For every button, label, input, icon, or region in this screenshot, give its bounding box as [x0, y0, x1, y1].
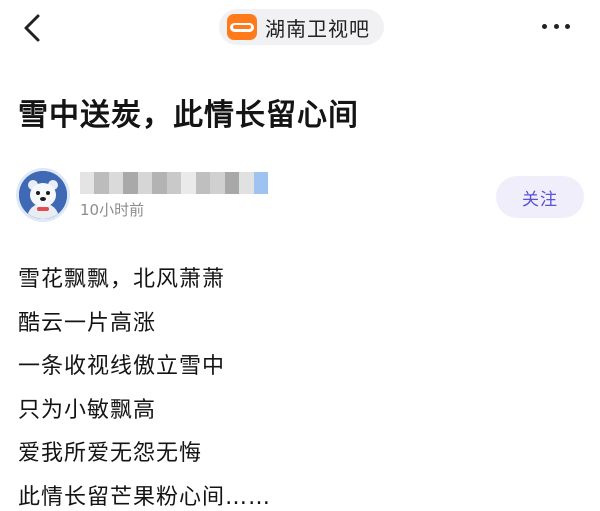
more-dot — [553, 23, 559, 29]
back-button[interactable] — [16, 8, 52, 48]
forum-logo-icon — [227, 14, 257, 40]
bear-avatar-icon — [19, 171, 67, 219]
chevron-left-icon — [24, 14, 40, 42]
top-bar: 湖南卫视吧 — [0, 0, 600, 56]
forum-name: 湖南卫视吧 — [265, 16, 370, 41]
more-button[interactable] — [538, 14, 574, 38]
content-line: 雪花飘飘，北风萧萧 — [18, 267, 226, 292]
more-dot — [565, 23, 570, 29]
post-title: 雪中送炭，此情长留心间 — [18, 98, 359, 133]
author-row: 10小时前 关注 — [16, 168, 584, 226]
content-line: 一条收视线傲立雪中 — [18, 354, 226, 379]
post-content: 雪花飘飘，北风萧萧 酷云一片高涨 一条收视线傲立雪中 只为小敏飘高 爱我所爱无怨… — [18, 258, 578, 511]
content-line: 此情长留芒果粉心间…… — [18, 484, 272, 510]
author-name-blurred[interactable] — [80, 172, 269, 194]
avatar[interactable] — [16, 168, 70, 222]
content-line: 爱我所爱无怨无悔 — [18, 441, 203, 466]
content-line: 只为小敏飘高 — [18, 397, 157, 423]
follow-button[interactable]: 关注 — [496, 176, 584, 218]
forum-pill[interactable]: 湖南卫视吧 — [219, 9, 384, 45]
more-dots-icon — [542, 23, 547, 29]
post-time: 10小时前 — [80, 201, 145, 219]
content-line: 酷云一片高涨 — [18, 310, 157, 336]
